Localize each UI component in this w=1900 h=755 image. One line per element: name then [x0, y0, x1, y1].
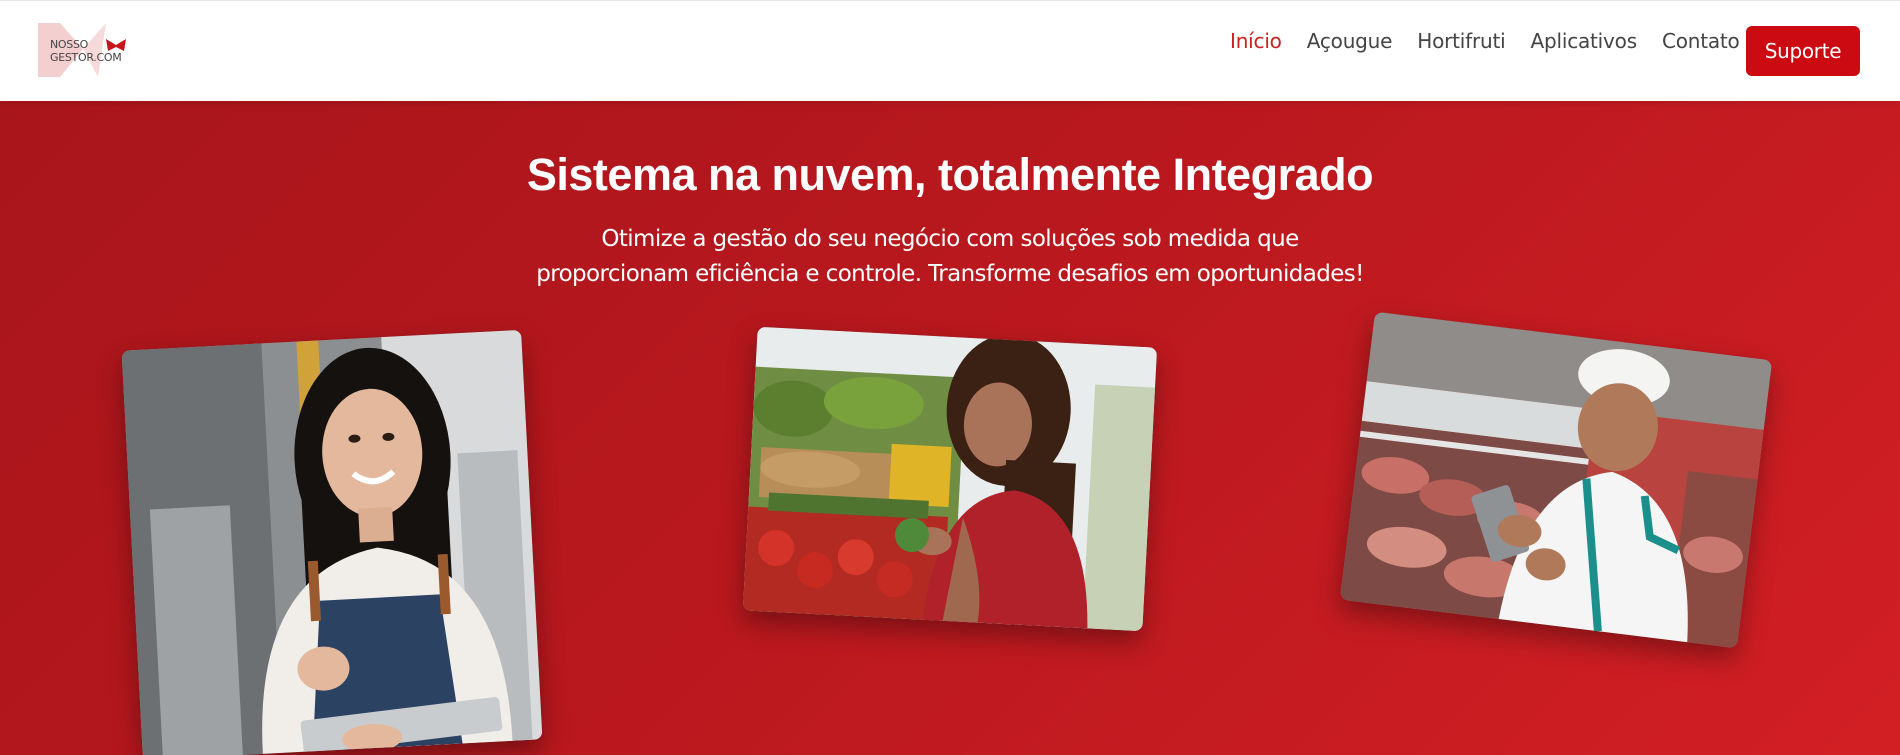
- logo[interactable]: NOSSO GESTOR.COM: [38, 23, 128, 77]
- hero-photo-woman-tablet: [121, 329, 543, 755]
- support-button[interactable]: Suporte: [1746, 26, 1860, 76]
- main-nav: Início Açougue Hortifruti Aplicativos Co…: [1230, 29, 1765, 53]
- nav-link-aplicativos[interactable]: Aplicativos: [1531, 29, 1638, 53]
- top-navbar: NOSSO GESTOR.COM Início Açougue Hortifru…: [0, 0, 1900, 101]
- hero-photo-butcher-tablet: [1339, 311, 1773, 649]
- woman-vegetables-image: [742, 326, 1158, 632]
- nav-link-acougue[interactable]: Açougue: [1307, 29, 1393, 53]
- nav-link-contato[interactable]: Contato: [1662, 29, 1740, 53]
- logo-line-2: GESTOR.COM: [50, 51, 122, 64]
- hero-section: Sistema na nuvem, totalmente Integrado O…: [0, 101, 1900, 755]
- woman-tablet-image: [121, 329, 543, 755]
- hero-title: Sistema na nuvem, totalmente Integrado: [526, 149, 1374, 200]
- nav-link-hortifruti[interactable]: Hortifruti: [1417, 29, 1505, 53]
- logo-line-1: NOSSO: [50, 38, 89, 51]
- hero-photo-woman-vegetables: [742, 326, 1158, 632]
- logo-text: NOSSO GESTOR.COM: [50, 38, 122, 64]
- hero-subtitle: Otimize a gestão do seu negócio com solu…: [536, 226, 1364, 287]
- nav-link-inicio[interactable]: Início: [1230, 29, 1282, 53]
- butcher-tablet-image: [1339, 311, 1773, 649]
